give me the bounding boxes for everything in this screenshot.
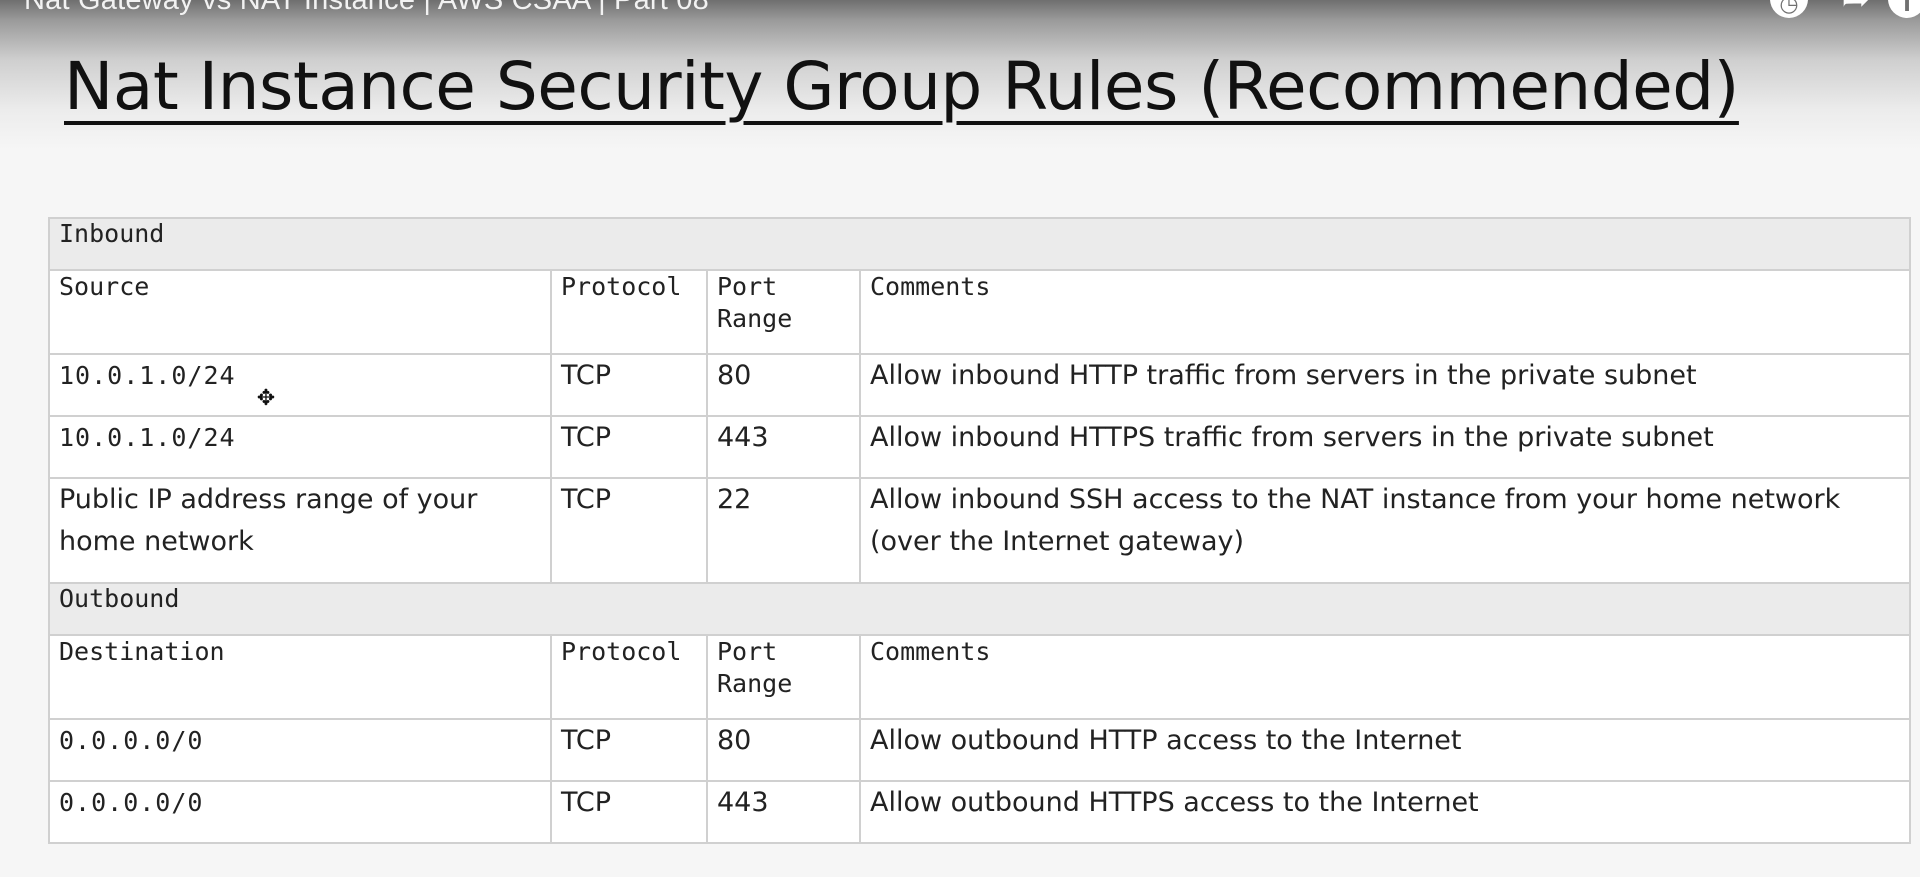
- comment-cell: Allow outbound HTTPS access to the Inter…: [858, 780, 1912, 844]
- column-header-protocol: Protocol: [550, 634, 708, 720]
- comment-cell: Allow inbound HTTP traffic from servers …: [858, 353, 1912, 417]
- table-row: 10.0.1.0/24 TCP 80 Allow inbound HTTP tr…: [48, 353, 1912, 417]
- protocol-cell: TCP: [550, 353, 708, 417]
- outbound-section-label: Outbound: [47, 582, 1912, 636]
- inbound-section-label: Inbound: [47, 217, 1912, 271]
- column-header-comments: Comments: [858, 269, 1912, 355]
- protocol-cell: TCP: [550, 415, 708, 479]
- comment-cell: Allow outbound HTTP access to the Intern…: [858, 718, 1912, 782]
- move-cursor-icon: ✥: [256, 386, 276, 411]
- outbound-section-row: Outbound: [47, 582, 1912, 636]
- video-title[interactable]: Nat Gateway vs NAT Instance | AWS CSAA |…: [24, 0, 709, 17]
- protocol-cell: TCP: [550, 718, 708, 782]
- table-row: 0.0.0.0/0 TCP 80 Allow outbound HTTP acc…: [48, 718, 1912, 782]
- protocol-cell: TCP: [550, 477, 708, 584]
- port-cell: 22: [706, 477, 861, 584]
- column-header-source: Source: [48, 269, 552, 355]
- source-cell: 10.0.1.0/24: [48, 353, 552, 417]
- column-header-port-range: Port Range: [706, 269, 861, 355]
- destination-cell: 0.0.0.0/0: [48, 780, 552, 844]
- source-cell: 10.0.1.0/24: [48, 415, 552, 479]
- destination-cell: 0.0.0.0/0: [48, 718, 552, 782]
- column-header-port-range: Port Range: [706, 634, 861, 720]
- table-row: Public IP address range of your home net…: [48, 477, 1912, 584]
- port-cell: 80: [706, 718, 861, 782]
- slide-title: Nat Instance Security Group Rules (Recom…: [64, 48, 1739, 125]
- source-cell: Public IP address range of your home net…: [48, 477, 552, 584]
- port-cell: 443: [706, 780, 861, 844]
- column-header-destination: Destination: [48, 634, 552, 720]
- table-row: 10.0.1.0/24 TCP 443 Allow inbound HTTPS …: [48, 415, 1912, 479]
- table-row: 0.0.0.0/0 TCP 443 Allow outbound HTTPS a…: [48, 780, 1912, 844]
- inbound-header-row: Source Protocol Port Range Comments: [48, 269, 1912, 355]
- port-cell: 80: [706, 353, 861, 417]
- comment-cell: Allow inbound HTTPS traffic from servers…: [858, 415, 1912, 479]
- column-header-comments: Comments: [858, 634, 1912, 720]
- comment-cell: Allow inbound SSH access to the NAT inst…: [858, 477, 1912, 584]
- inbound-section-row: Inbound: [47, 217, 1912, 271]
- outbound-header-row: Destination Protocol Port Range Comments: [48, 634, 1912, 720]
- protocol-cell: TCP: [550, 780, 708, 844]
- column-header-protocol: Protocol: [550, 269, 708, 355]
- security-group-rules-table: Inbound Source Protocol Port Range Comme…: [47, 217, 1912, 844]
- port-cell: 443: [706, 415, 861, 479]
